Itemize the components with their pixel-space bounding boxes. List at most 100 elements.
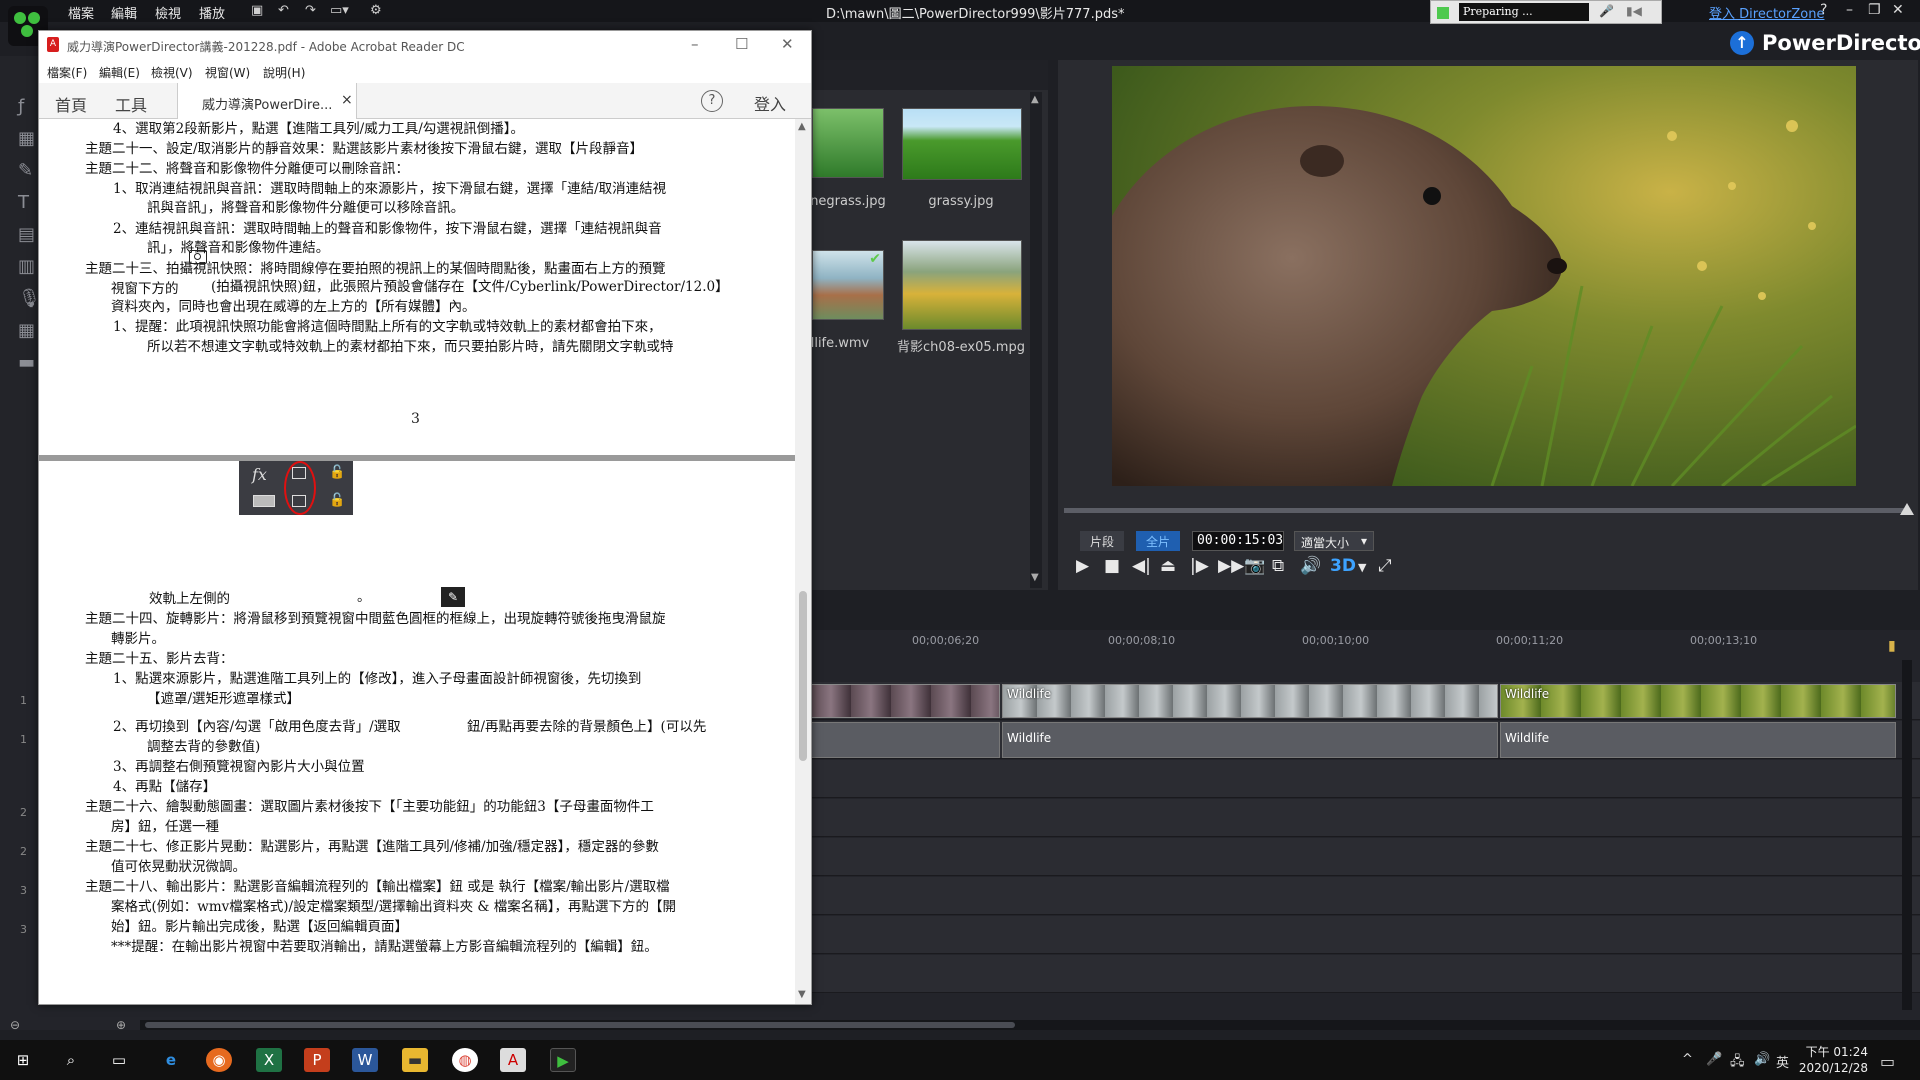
pdf-document-view[interactable]: 4、選取第2段新影片，點選【進階工具列/威力工具/勾選視訊倒播】。 主題二十一、… <box>39 119 795 1004</box>
scroll-down-icon[interactable]: ▼ <box>1031 572 1039 583</box>
powerdirector-taskbar-icon[interactable]: ▶ <box>550 1048 576 1072</box>
edge-browser-icon[interactable]: e <box>158 1048 184 1072</box>
pd-menu-file[interactable]: 檔案 <box>68 3 94 22</box>
pdf-text-line: 調整去背的參數值) <box>147 739 261 755</box>
windows-start-icon[interactable]: ⊞ <box>10 1048 36 1072</box>
network-icon[interactable]: 🖧 <box>1730 1052 1745 1074</box>
help-icon[interactable]: ? <box>1820 2 1827 18</box>
ime-language-indicator[interactable]: 英 <box>1776 1052 1789 1071</box>
undo-icon[interactable]: ↶ <box>278 3 289 18</box>
pd-menu-play[interactable]: 播放 <box>199 3 225 22</box>
acrobat-scroll-thumb[interactable] <box>799 591 807 761</box>
fast-forward-icon[interactable]: ▶▶ <box>1218 556 1244 576</box>
menu-file[interactable]: 檔案(F) <box>47 64 87 81</box>
pd-menu-edit[interactable]: 編輯 <box>111 3 137 22</box>
maximize-icon[interactable]: ☐ <box>735 35 748 53</box>
task-view-icon[interactable]: ▭ <box>106 1048 132 1072</box>
minimize-icon[interactable]: – <box>691 35 699 53</box>
menu-view[interactable]: 檢視(V) <box>151 64 193 81</box>
3d-mode-button[interactable]: 3D <box>1330 556 1356 576</box>
minimize-icon[interactable]: – <box>1846 2 1853 18</box>
preview-seekbar[interactable] <box>1064 508 1910 513</box>
library-thumb-grassy[interactable] <box>902 108 1022 180</box>
help-icon[interactable]: ? <box>701 90 723 112</box>
audio-clip-wildlife-2[interactable]: Wildlife <box>1500 722 1896 758</box>
redo-icon[interactable]: ↷ <box>305 3 316 18</box>
close-icon[interactable]: ✕ <box>1892 2 1904 18</box>
timecode-display[interactable]: 00:00:15:03 <box>1192 531 1284 551</box>
pip-room-icon[interactable]: ▦ <box>18 128 35 149</box>
save-icon[interactable]: ▣ <box>251 3 263 18</box>
settings-gear-icon[interactable]: ⚙ <box>370 3 382 18</box>
video-clip-otter[interactable] <box>810 684 1000 718</box>
acrobat-vertical-scrollbar[interactable]: ▲ ▼ <box>795 119 811 1004</box>
search-icon[interactable]: ⌕ <box>58 1048 84 1072</box>
audio-clip-wildlife-1[interactable]: Wildlife <box>1002 722 1498 758</box>
timeline-end-marker-icon[interactable]: ▮ <box>1888 638 1896 654</box>
stop-icon[interactable]: ■ <box>1104 556 1120 576</box>
play-icon[interactable]: ▶ <box>1076 556 1089 576</box>
clip-mode-button[interactable]: 片段 <box>1080 531 1125 551</box>
audio-clip-otter[interactable] <box>810 722 1000 758</box>
menu-window[interactable]: 視窗(W) <box>205 64 250 81</box>
firefox-icon[interactable]: ◉ <box>206 1048 232 1072</box>
preview-zoom-select[interactable]: 適當大小 ▾ <box>1294 531 1374 551</box>
close-icon[interactable]: ✕ <box>781 35 794 53</box>
title-room-icon[interactable]: T <box>18 192 29 213</box>
timeline-scroll-thumb[interactable] <box>145 1022 1015 1028</box>
chrome-icon[interactable]: ◍ <box>452 1048 478 1072</box>
video-clip-wildlife-2[interactable]: Wildlife <box>1500 684 1896 718</box>
scroll-down-icon[interactable]: ▼ <box>798 989 806 1000</box>
tab-tools[interactable]: 工具 <box>115 92 147 116</box>
upgrade-arrow-icon[interactable]: ↑ <box>1730 31 1754 55</box>
video-clip-wildlife-1[interactable]: Wildlife <box>1002 684 1498 718</box>
file-explorer-icon[interactable]: ▬ <box>402 1048 428 1072</box>
seekbar-handle[interactable] <box>1900 503 1914 515</box>
movie-mode-button[interactable]: 全片 <box>1136 531 1181 551</box>
sign-in-button[interactable]: 登入 <box>754 91 786 115</box>
fullscreen-icon[interactable]: ⤢ <box>1378 556 1392 576</box>
split-icon[interactable]: ⏏ <box>1160 556 1176 576</box>
audio-mix-icon[interactable]: ▥ <box>18 256 35 277</box>
powerpoint-icon[interactable]: P <box>304 1048 330 1072</box>
volume-tray-icon[interactable]: 🔊 <box>1754 1052 1770 1067</box>
next-frame-icon[interactable]: |▶ <box>1190 556 1209 576</box>
previous-frame-icon[interactable]: ◀| <box>1132 556 1151 576</box>
library-thumb-walking[interactable] <box>902 240 1022 330</box>
subtitle-room-icon[interactable]: ▬ <box>18 352 35 373</box>
chapter-room-icon[interactable]: ▦ <box>18 320 35 341</box>
close-tab-icon[interactable]: × <box>341 92 353 108</box>
notification-center-icon[interactable]: ▭ <box>1880 1052 1895 1071</box>
word-icon[interactable]: W <box>352 1048 378 1072</box>
tab-document[interactable]: 威力導演PowerDire... × <box>177 83 357 119</box>
preview-video-frame[interactable] <box>1112 66 1856 486</box>
tab-home[interactable]: 首頁 <box>55 92 87 116</box>
menu-help[interactable]: 說明(H) <box>263 64 305 81</box>
transition-room-icon[interactable]: ▤ <box>18 224 35 245</box>
pd-menu-view[interactable]: 檢視 <box>155 3 181 22</box>
scroll-up-icon[interactable]: ▲ <box>798 121 806 132</box>
restore-icon[interactable]: ❐ <box>1868 2 1881 18</box>
excel-icon[interactable]: X <box>256 1048 282 1072</box>
directorzone-login-link[interactable]: 登入 DirectorZone <box>1709 3 1824 22</box>
3d-dropdown-icon[interactable]: ▼ <box>1358 561 1366 574</box>
tray-expand-icon[interactable]: ^ <box>1682 1052 1693 1067</box>
acrobat-taskbar-icon[interactable]: A <box>500 1048 526 1072</box>
particle-room-icon[interactable]: ✎ <box>18 160 33 181</box>
zoom-in-icon[interactable]: ⊕ <box>116 1018 126 1032</box>
undock-preview-icon[interactable]: ⧉ <box>1272 556 1284 576</box>
library-scrollbar[interactable]: ▲ ▼ <box>1030 92 1042 588</box>
menu-edit[interactable]: 編輯(E) <box>99 64 140 81</box>
scroll-up-icon[interactable]: ▲ <box>1031 94 1039 105</box>
aspect-ratio-icon[interactable]: ▭▾ <box>330 3 349 18</box>
timeline-ruler[interactable]: 00;00;06;20 00;00;08;10 00;00;10;00 00;0… <box>810 634 1910 652</box>
library-thumb-negrass[interactable] <box>812 108 884 178</box>
volume-icon[interactable]: 🔊 <box>1300 556 1321 576</box>
fx-room-icon[interactable]: ƒ <box>18 96 24 117</box>
snapshot-camera-icon[interactable]: 📷 <box>1244 556 1265 576</box>
timeline-vertical-scrollbar[interactable] <box>1902 660 1912 1010</box>
system-clock[interactable]: 下午 01:24 2020/12/28 <box>1798 1044 1868 1076</box>
library-thumb-wildlife[interactable]: ✔ <box>812 250 884 320</box>
microphone-tray-icon[interactable]: 🎤 <box>1706 1052 1722 1067</box>
zoom-out-icon[interactable]: ⊖ <box>10 1018 20 1032</box>
